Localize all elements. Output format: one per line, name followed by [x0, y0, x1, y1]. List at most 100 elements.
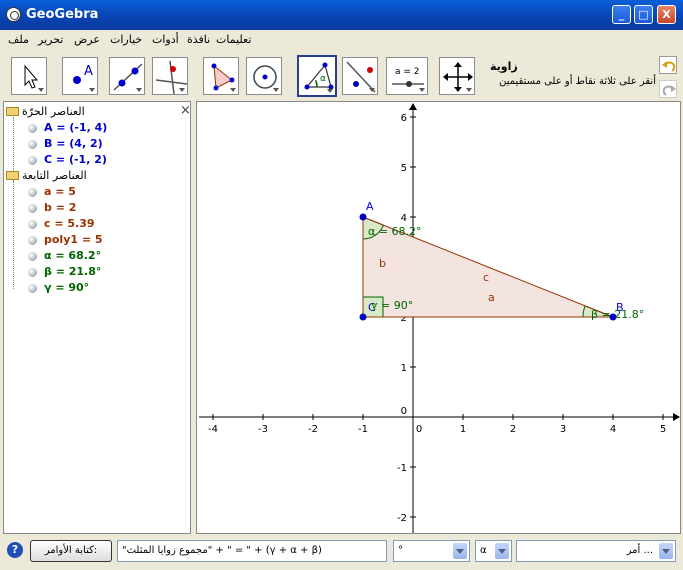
- algebra-item-gamma[interactable]: γ = 90°: [44, 281, 89, 294]
- circle-tool-button[interactable]: [246, 57, 282, 95]
- undo-button[interactable]: [659, 56, 677, 74]
- angle-alpha-label: α = 68.2°: [368, 225, 421, 238]
- menu-file[interactable]: ملف: [8, 33, 29, 46]
- maximize-button[interactable]: □: [634, 5, 653, 24]
- geogebra-app-icon: [6, 7, 21, 22]
- chevron-down-icon: [230, 88, 236, 92]
- chevron-down-icon: [89, 88, 95, 92]
- chevron-down-icon: [419, 88, 425, 92]
- polygon-tool-button[interactable]: [203, 57, 239, 95]
- y-tick-label: 5: [401, 163, 407, 174]
- move-tool-button[interactable]: [11, 57, 47, 95]
- redo-arrow-icon: [662, 85, 676, 96]
- point-A-label: A: [366, 200, 374, 213]
- input-field[interactable]: "مجموع زوايا المثلث" + " = " + (γ + α + …: [117, 540, 387, 562]
- algebra-item-A[interactable]: A = (-1, 4): [44, 121, 107, 134]
- greek-select[interactable]: α: [475, 540, 512, 562]
- free-objects-header[interactable]: العناصر الحرّة: [22, 105, 85, 118]
- point-tool-button[interactable]: A: [62, 57, 98, 95]
- algebra-item-poly1[interactable]: poly1 = 5: [44, 233, 103, 246]
- chevron-down-icon[interactable]: [453, 543, 467, 559]
- chevron-down-icon: [273, 88, 279, 92]
- segment-b-label: b: [379, 257, 386, 270]
- angle-tool-button[interactable]: α: [297, 55, 337, 97]
- y-tick-label: -1: [397, 463, 407, 474]
- dependent-objects-header[interactable]: العناصر التابعة: [22, 169, 87, 182]
- menu-help[interactable]: تعليمات: [216, 33, 251, 46]
- chevron-down-icon: [136, 88, 142, 92]
- y-axis-arrow-icon: [409, 103, 417, 110]
- graphics-canvas[interactable]: -4-3-2-1012345 6543210-1-2 A B C a b c α…: [197, 102, 682, 535]
- visibility-toggle-icon[interactable]: [28, 284, 37, 293]
- y-tick-label: 6: [401, 113, 407, 124]
- visibility-toggle-icon[interactable]: [28, 124, 37, 133]
- visibility-toggle-icon[interactable]: [28, 268, 37, 277]
- folder-icon: [6, 107, 19, 116]
- slider-tool-button[interactable]: a = 2: [386, 57, 428, 95]
- point-C[interactable]: [359, 313, 367, 321]
- undo-arrow-icon: [662, 61, 676, 72]
- y-tick-label: -2: [397, 513, 407, 524]
- title-bar: GeoGebra _ □ X: [0, 0, 683, 30]
- line-tool-button[interactable]: [109, 57, 145, 95]
- folder-icon: [6, 171, 19, 180]
- menu-view[interactable]: عرض: [74, 33, 100, 46]
- menu-tools[interactable]: أدوات: [152, 33, 179, 46]
- algebra-view: × العناصر الحرّة A = (-1, 4) B = (4, 2) …: [3, 101, 191, 534]
- algebra-item-C[interactable]: C = (-1, 2): [44, 153, 107, 166]
- tool-name: زاوية: [490, 60, 518, 73]
- algebra-item-a[interactable]: a = 5: [44, 185, 76, 198]
- x-tick-label: 5: [660, 424, 666, 435]
- visibility-toggle-icon[interactable]: [28, 252, 37, 261]
- redo-button[interactable]: [659, 80, 677, 98]
- command-select[interactable]: ... أمر: [516, 540, 676, 562]
- visibility-toggle-icon[interactable]: [28, 220, 37, 229]
- help-icon[interactable]: ?: [7, 542, 23, 558]
- chevron-down-icon[interactable]: [495, 543, 509, 559]
- algebra-item-alpha[interactable]: α = 68.2°: [44, 249, 101, 262]
- greek-select-value: α: [480, 545, 487, 556]
- symbol-select-value: °: [398, 545, 403, 556]
- visibility-toggle-icon[interactable]: [28, 188, 37, 197]
- chevron-down-icon: [369, 88, 375, 92]
- menu-window[interactable]: نافذة: [187, 33, 210, 46]
- segment-a-label: a: [488, 291, 495, 304]
- chevron-down-icon: [466, 88, 472, 92]
- algebra-item-b[interactable]: b = 2: [44, 201, 76, 214]
- chevron-down-icon: [327, 89, 333, 93]
- input-command-button[interactable]: كتابة الأوامر:: [30, 540, 112, 562]
- reflect-tool-button[interactable]: [342, 57, 378, 95]
- x-tick-label: -3: [258, 424, 268, 435]
- visibility-toggle-icon[interactable]: [28, 236, 37, 245]
- algebra-item-B[interactable]: B = (4, 2): [44, 137, 103, 150]
- x-tick-label: -4: [208, 424, 218, 435]
- point-A[interactable]: [359, 213, 367, 221]
- x-tick-label: -1: [358, 424, 368, 435]
- algebra-close-button[interactable]: ×: [180, 103, 191, 118]
- angle-icon: α: [304, 62, 334, 90]
- x-tick-label: 4: [610, 424, 616, 435]
- tool-description: أنقر على ثلاثة نقاط أو على مستقيمين: [499, 76, 656, 87]
- graphics-view[interactable]: -4-3-2-1012345 6543210-1-2 A B C a b c α…: [196, 101, 681, 534]
- algebra-item-beta[interactable]: β = 21.8°: [44, 265, 101, 278]
- minimize-button[interactable]: _: [612, 5, 631, 24]
- x-tick-label: 1: [460, 424, 466, 435]
- menu-options[interactable]: خيارات: [110, 33, 142, 46]
- visibility-toggle-icon[interactable]: [28, 204, 37, 213]
- visibility-toggle-icon[interactable]: [28, 156, 37, 165]
- visibility-toggle-icon[interactable]: [28, 140, 37, 149]
- chevron-down-icon[interactable]: [659, 543, 673, 559]
- segment-c-label: c: [483, 271, 489, 284]
- symbol-select[interactable]: °: [393, 540, 470, 562]
- x-tick-label: 3: [560, 424, 566, 435]
- x-tick-label: 0: [416, 424, 422, 435]
- x-tick-label: 2: [510, 424, 516, 435]
- svg-text:α: α: [320, 74, 326, 84]
- menu-edit[interactable]: تحرير: [38, 33, 63, 46]
- y-tick-label: 4: [401, 213, 407, 224]
- close-button[interactable]: X: [657, 5, 676, 24]
- algebra-item-c[interactable]: c = 5.39: [44, 217, 95, 230]
- perpendicular-line-tool-button[interactable]: [152, 57, 188, 95]
- angle-gamma-label: γ = 90°: [371, 299, 413, 312]
- window-title: GeoGebra: [26, 7, 99, 22]
